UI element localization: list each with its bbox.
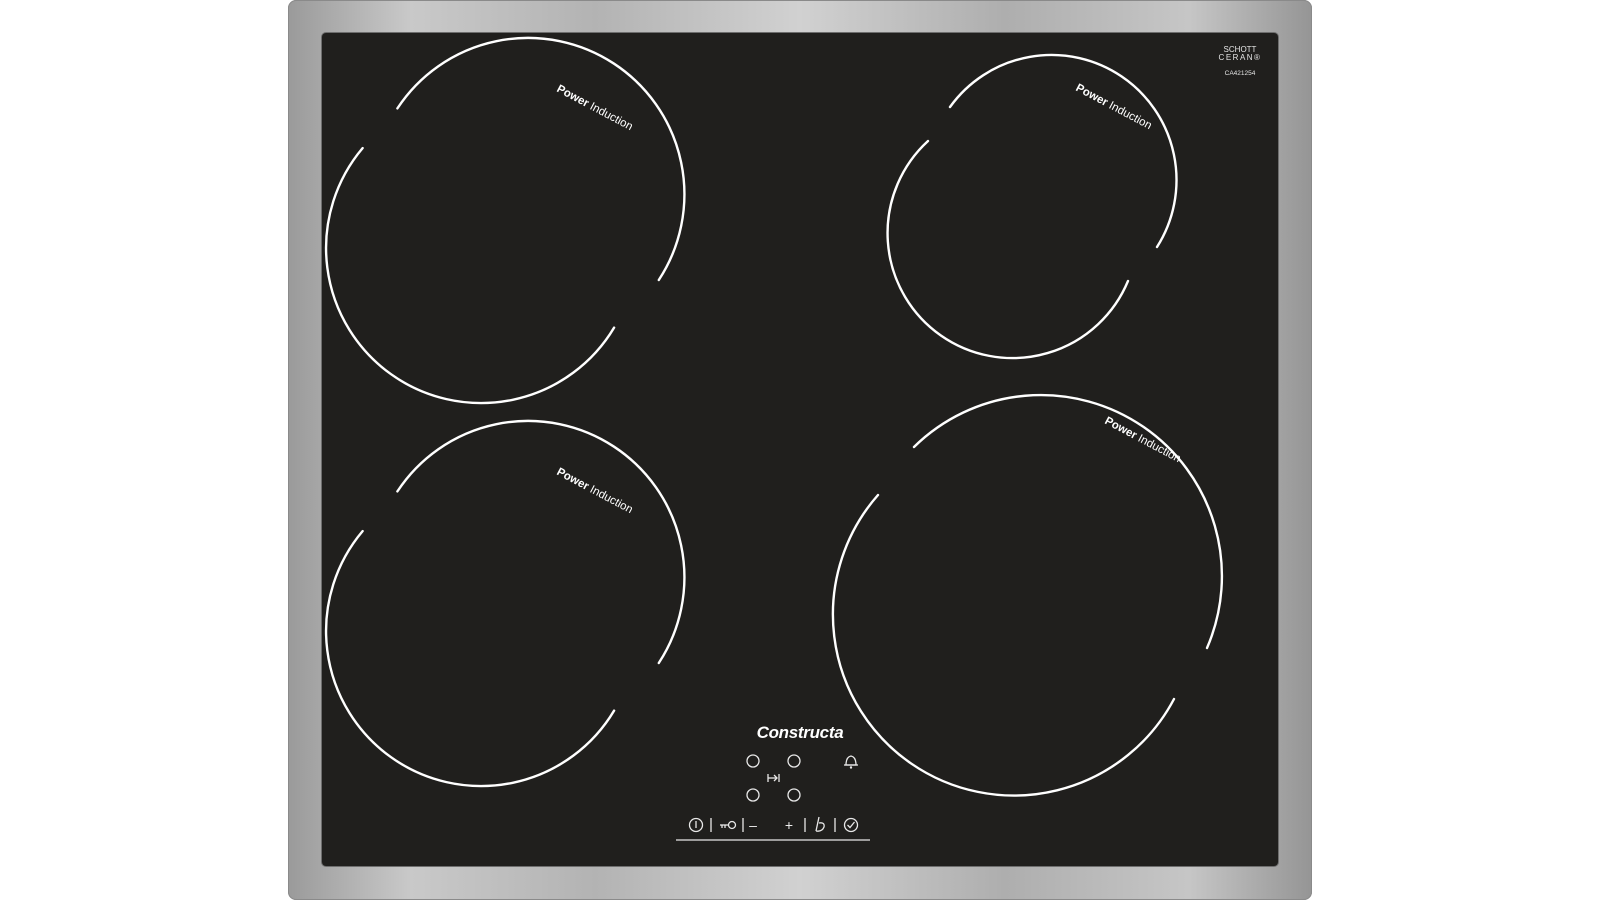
cooking-zone-top-left[interactable]: PowerInduction xyxy=(324,36,686,405)
cooking-zone-top-right[interactable]: PowerInduction xyxy=(886,53,1178,360)
brand-logo: Constructa xyxy=(756,723,844,742)
schott-ceran-mark: SCHOTT CERAN® xyxy=(1217,46,1263,62)
zone-ring xyxy=(324,529,616,788)
zone-selector xyxy=(746,754,858,802)
ceramic-glass-cooktop: PowerInduction PowerInduction PowerInduc… xyxy=(322,33,1278,866)
zone-ring-arc xyxy=(396,36,686,282)
model-code: CA421254 xyxy=(1224,70,1256,77)
cooking-zone-bottom-right[interactable]: PowerInduction xyxy=(831,393,1224,797)
plus-icon[interactable]: + xyxy=(785,817,793,833)
booster-icon[interactable] xyxy=(815,816,825,832)
zone-ring xyxy=(831,493,1176,797)
next-zone-icon[interactable] xyxy=(767,774,780,782)
minus-icon[interactable]: – xyxy=(749,817,757,833)
zone-ring-arc xyxy=(912,393,1224,650)
timer-icon[interactable] xyxy=(843,817,859,833)
zone-select-icon[interactable] xyxy=(787,754,801,768)
zone-select-icon[interactable] xyxy=(787,788,801,802)
zone-ring-arc xyxy=(396,419,686,665)
child-lock-icon[interactable] xyxy=(720,820,737,830)
zone-label: PowerInduction xyxy=(555,83,635,133)
zone-label: PowerInduction xyxy=(1103,415,1183,465)
ceran-text: CERAN® xyxy=(1218,53,1262,62)
zone-label: PowerInduction xyxy=(1074,82,1154,132)
zone-label: PowerInduction xyxy=(555,466,635,516)
zone-ring xyxy=(886,139,1130,360)
bell-icon[interactable] xyxy=(844,755,858,769)
cooking-zone-bottom-left[interactable]: PowerInduction xyxy=(324,419,686,788)
zone-select-icon[interactable] xyxy=(746,788,760,802)
zone-ring xyxy=(324,146,616,405)
touch-control-bar: – + xyxy=(676,816,870,841)
zone-select-icon[interactable] xyxy=(746,754,760,768)
zone-ring-arc xyxy=(948,53,1178,249)
power-icon[interactable] xyxy=(688,817,704,833)
